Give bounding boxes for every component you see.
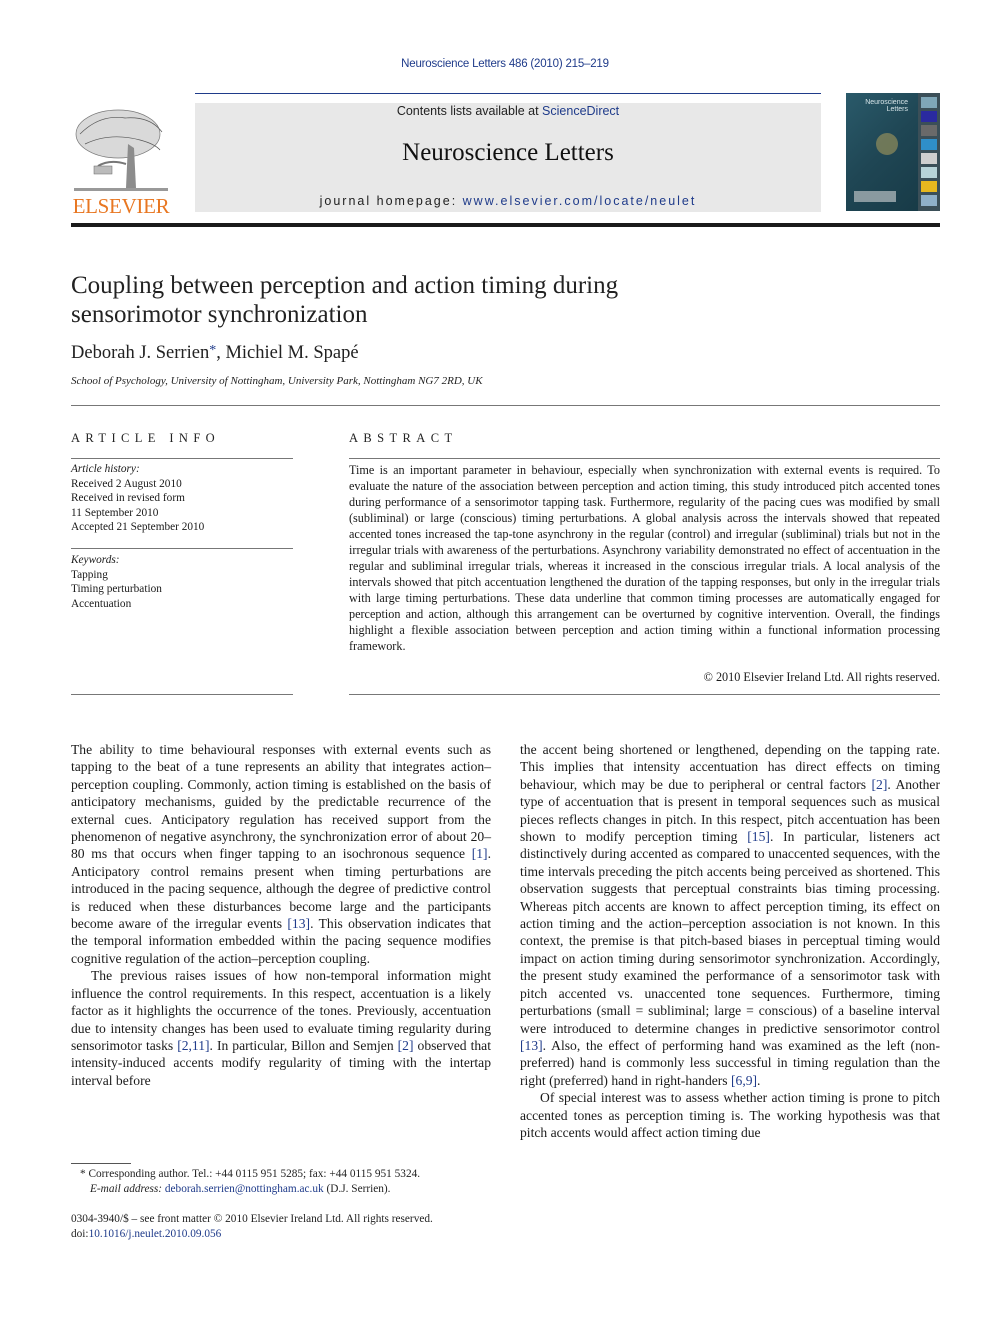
keywords: Keywords: Tapping Timing perturbation Ac… (71, 553, 162, 611)
article-history: Article history: Received 2 August 2010 … (71, 462, 204, 535)
citation-link[interactable]: [2] (872, 777, 888, 792)
citation-link[interactable]: [13] (520, 1038, 543, 1053)
divider (71, 548, 293, 549)
keyword-item: Timing perturbation (71, 583, 162, 595)
abstract-heading: ABSTRACT (349, 431, 458, 445)
journal-cover-thumbnail[interactable]: Neuroscience Letters (846, 93, 940, 211)
body-text: . Also, the effect of performing hand wa… (520, 1037, 940, 1088)
body-text: . In particular, Billon and Semjen (209, 1037, 398, 1053)
history-item: Received in revised form (71, 492, 185, 504)
article-history-label: Article history: (71, 463, 140, 475)
citation-link[interactable]: [15] (747, 829, 770, 844)
history-item: Accepted 21 September 2010 (71, 521, 205, 533)
article-title: Coupling between perception and action t… (71, 271, 771, 329)
author-spape: Michiel M. Spapé (225, 343, 359, 363)
citation-link[interactable]: [6,9] (731, 1073, 757, 1088)
cover-thumb-network-icon (921, 195, 937, 206)
history-item: 11 September 2010 (71, 506, 159, 519)
footnote: * Corresponding author. Tel.: +44 0115 9… (80, 1167, 420, 1197)
citation-link[interactable]: [13] (287, 916, 310, 931)
divider (71, 694, 293, 695)
cover-label-box (854, 191, 896, 202)
citation-link[interactable]: [2] (398, 1038, 414, 1053)
cover-thumb-heatmap-icon (921, 181, 937, 192)
divider (71, 405, 940, 406)
doi-line: doi:10.1016/j.neulet.2010.09.056 (71, 1227, 433, 1242)
cover-thumb-scan-icon (921, 125, 937, 136)
elsevier-wordmark: ELSEVIER (72, 194, 170, 218)
front-matter: 0304-3940/$ – see front matter © 2010 El… (71, 1212, 433, 1242)
neuron-image (876, 133, 898, 155)
body-paragraph: Of special interest was to assess whethe… (520, 1090, 940, 1140)
email-suffix: (D.J. Serrien). (323, 1183, 391, 1195)
body-text: . (757, 1072, 761, 1088)
affiliation: School of Psychology, University of Nott… (71, 375, 483, 387)
header-thick-rule (71, 223, 940, 227)
history-item: Received 2 August 2010 (71, 477, 182, 490)
issn-line: 0304-3940/$ – see front matter © 2010 El… (71, 1213, 433, 1225)
corresponding-author-note: * Corresponding author. Tel.: +44 0115 9… (80, 1167, 420, 1182)
author-list: Deborah J. Serrien*, Michiel M. Spapé (71, 343, 359, 364)
email-label: E-mail address: (90, 1183, 163, 1195)
email-link[interactable]: deborah.serrien@nottingham.ac.uk (165, 1183, 324, 1195)
cover-thumb-tissue-icon (921, 139, 937, 150)
sciencedirect-link[interactable]: ScienceDirect (542, 104, 619, 118)
keywords-label: Keywords: (71, 554, 120, 566)
divider (71, 458, 293, 459)
cover-title-line2: Letters (886, 106, 908, 113)
body-paragraph: The ability to time behavioural response… (71, 741, 491, 967)
cover-title-line1: Neuroscience (865, 99, 908, 106)
body-text: . In particular, listeners act distincti… (520, 829, 940, 1036)
body-paragraph-continued: the accent being shortened or lengthened… (520, 741, 940, 1089)
article-title-line2: sensorimotor synchronization (71, 301, 368, 328)
homepage-link[interactable]: www.elsevier.com/locate/neulet (463, 194, 697, 208)
citation-link[interactable]: [1] (472, 846, 488, 861)
divider (349, 458, 940, 459)
abstract-text: Time is an important parameter in behavi… (349, 463, 940, 653)
article-info-heading: ARTICLE INFO (71, 431, 221, 445)
cover-thumb-micro-icon (921, 167, 937, 178)
keyword-item: Accentuation (71, 597, 132, 610)
body-text: The ability to time behavioural response… (71, 742, 491, 862)
journal-citation-link[interactable]: Neuroscience Letters 486 (2010) 215–219 (0, 58, 992, 70)
citation-link[interactable]: [2,11] (177, 1038, 209, 1053)
homepage-prefix: journal homepage: (319, 194, 463, 208)
keyword-item: Tapping (71, 568, 108, 581)
cover-thumb-cell-icon (921, 111, 937, 122)
footnote-rule (71, 1163, 131, 1164)
homepage-line: journal homepage: www.elsevier.com/locat… (195, 194, 821, 208)
divider (349, 694, 940, 695)
article-title-line1: Coupling between perception and action t… (71, 272, 619, 299)
doi-link[interactable]: 10.1016/j.neulet.2010.09.056 (89, 1228, 222, 1240)
contents-prefix: Contents lists available at (396, 104, 543, 118)
journal-masthead: Contents lists available at ScienceDirec… (195, 103, 821, 212)
abstract-copyright: © 2010 Elsevier Ireland Ltd. All rights … (703, 670, 940, 684)
contents-line: Contents lists available at ScienceDirec… (195, 104, 821, 118)
cover-thumb-brain-icon (921, 97, 937, 108)
footnote-contact: Corresponding author. Tel.: +44 0115 951… (85, 1168, 421, 1180)
doi-prefix: doi: (71, 1228, 89, 1240)
cover-thumb-blot-icon (921, 153, 937, 164)
cover-thumbnail-strip (918, 93, 940, 211)
author-serrien: Deborah J. Serrien (71, 343, 210, 363)
cover-title: Neuroscience Letters (862, 99, 908, 113)
journal-name: Neuroscience Letters (402, 139, 614, 166)
email-line: E-mail address: deborah.serrien@nottingh… (80, 1182, 420, 1197)
body-paragraph: The previous raises issues of how non-te… (71, 967, 491, 1089)
body-column-left: The ability to time behavioural response… (71, 741, 491, 1089)
header-rule (195, 93, 821, 94)
body-column-right: the accent being shortened or lengthened… (520, 741, 940, 1141)
